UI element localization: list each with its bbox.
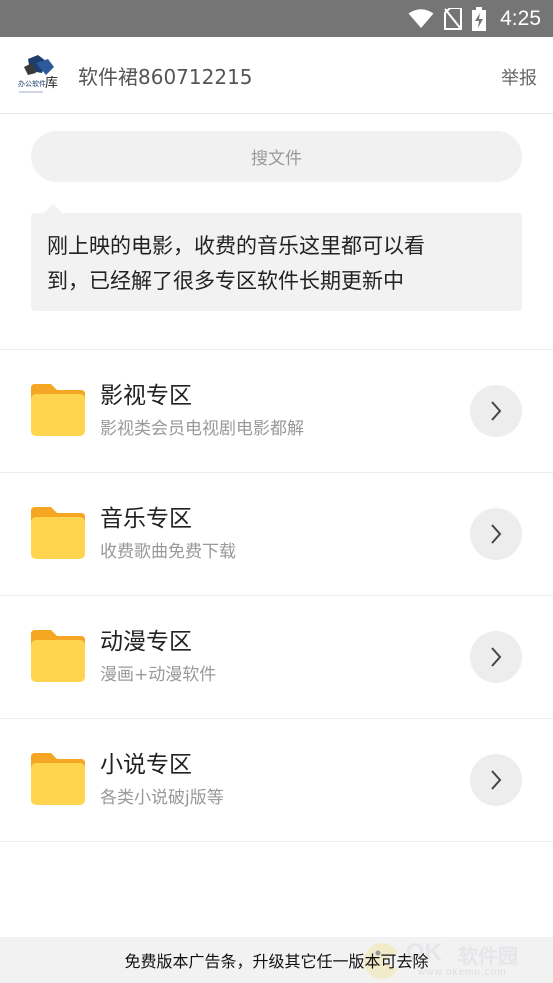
ad-text: 免费版本广告条，升级其它任一版本可去除 xyxy=(124,952,429,971)
folder-icon xyxy=(31,630,85,682)
ad-banner[interactable]: OK 软件园 www.okemu.com 免费版本广告条，升级其它任一版本可去除 xyxy=(0,937,553,983)
zone-item-novels[interactable]: 小说专区 各类小说破j版等 xyxy=(0,719,553,841)
search-input[interactable]: 搜文件 xyxy=(31,131,522,182)
wifi-icon xyxy=(408,8,434,28)
search-placeholder: 搜文件 xyxy=(251,149,302,169)
logo-char: 库 xyxy=(45,75,58,91)
folder-icon xyxy=(31,753,85,805)
message-bubble: 刚上映的电影，收费的音乐这里都可以看 到，已经解了很多专区软件长期更新中 xyxy=(31,213,522,311)
group-name: 软件裙860712215 xyxy=(78,65,253,89)
chevron-right-icon xyxy=(491,401,502,421)
zone-open-button[interactable] xyxy=(470,385,522,437)
status-icons: 4:25 xyxy=(408,0,541,37)
divider xyxy=(0,841,553,842)
zone-desc: 收费歌曲免费下载 xyxy=(100,542,236,562)
zone-item-anime[interactable]: 动漫专区 漫画+动漫软件 xyxy=(0,596,553,718)
zone-desc: 各类小说破j版等 xyxy=(100,788,224,808)
zone-desc: 漫画+动漫软件 xyxy=(100,665,217,685)
battery-charging-icon xyxy=(472,6,487,31)
header: 办公软件 库 软件裙860712215 举报 xyxy=(0,37,553,114)
status-bar: 4:25 xyxy=(0,0,553,37)
report-button[interactable]: 举报 xyxy=(501,64,537,90)
zone-item-music[interactable]: 音乐专区 收费歌曲免费下载 xyxy=(0,473,553,595)
zone-title: 动漫专区 xyxy=(100,629,192,655)
zone-title: 小说专区 xyxy=(100,752,192,778)
zone-title: 影视专区 xyxy=(100,383,192,409)
zone-open-button[interactable] xyxy=(470,631,522,683)
chevron-right-icon xyxy=(491,524,502,544)
chevron-right-icon xyxy=(491,770,502,790)
zone-title: 音乐专区 xyxy=(100,506,192,532)
logo-text: 办公软件 xyxy=(18,79,46,88)
zone-open-button[interactable] xyxy=(470,754,522,806)
zone-open-button[interactable] xyxy=(470,508,522,560)
message-line-1: 刚上映的电影，收费的音乐这里都可以看 xyxy=(47,234,425,258)
group-logo: 办公软件 库 xyxy=(16,53,62,99)
chevron-right-icon xyxy=(491,647,502,667)
zone-desc: 影视类会员电视剧电影都解 xyxy=(100,419,304,439)
message-line-2: 到，已经解了很多专区软件长期更新中 xyxy=(47,269,404,293)
zone-item-movies[interactable]: 影视专区 影视类会员电视剧电影都解 xyxy=(0,350,553,472)
status-time: 4:25 xyxy=(500,6,541,30)
no-sim-icon xyxy=(444,7,463,30)
folder-icon xyxy=(31,384,85,436)
folder-icon xyxy=(31,507,85,559)
bubble-tail xyxy=(44,204,62,213)
